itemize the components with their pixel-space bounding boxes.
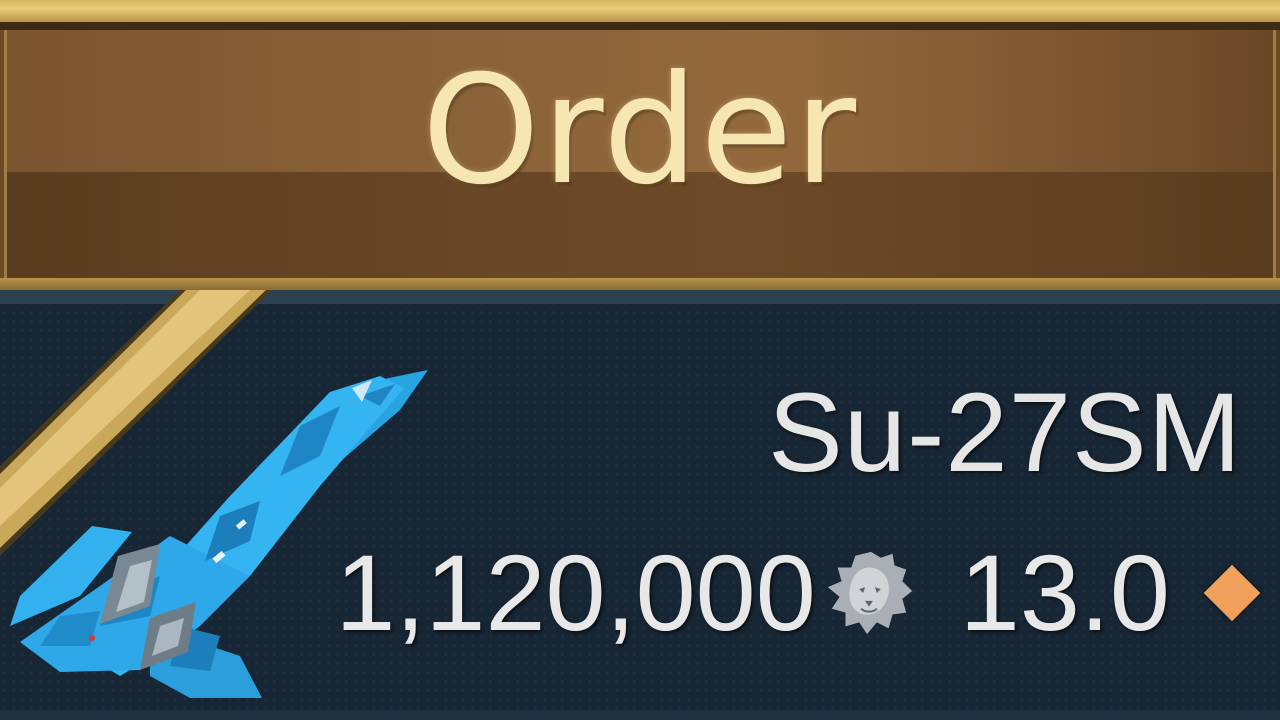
battle-rating: 13.0 — [959, 532, 1170, 653]
header-top-shadow — [0, 22, 1280, 30]
header-bottom-border — [0, 278, 1280, 290]
order-title: Order — [421, 44, 859, 218]
vehicle-card[interactable]: Su-27SM 1,120,000 13.0 — [0, 290, 1280, 720]
order-screen: Order Su-27SM 1,120,000 13.0 — [0, 0, 1280, 720]
header-top-border — [0, 0, 1280, 22]
order-header[interactable]: Order — [0, 0, 1280, 290]
lion-icon — [827, 551, 912, 635]
vehicle-price: 1,120,000 — [335, 532, 816, 653]
vehicle-stats: 1,120,000 13.0 — [335, 528, 1261, 658]
vehicle-name: Su-27SM — [768, 370, 1242, 495]
orange-diamond-icon — [1203, 564, 1261, 622]
